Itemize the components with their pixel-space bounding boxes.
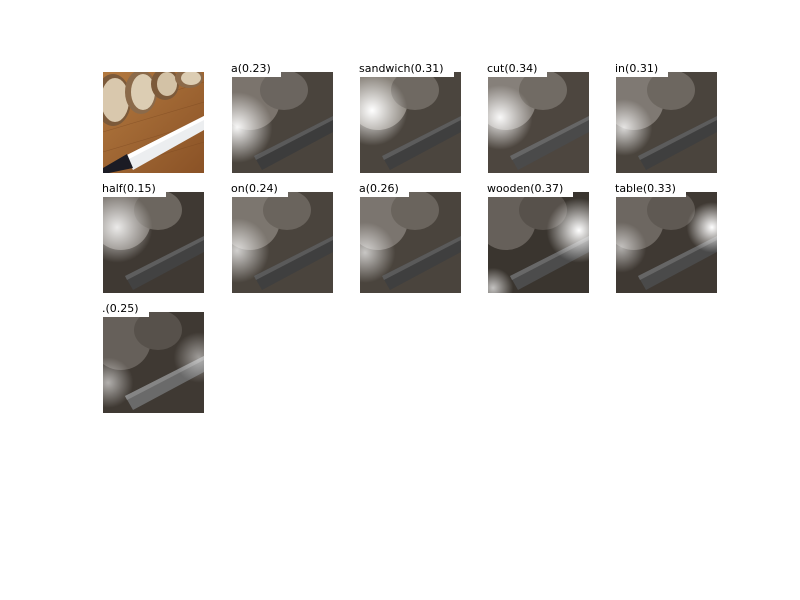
attention-map-wooden (488, 192, 589, 293)
bread-and-knife-photo (103, 72, 204, 173)
tile-score: (0.25) (105, 302, 139, 315)
tile-word: a (231, 62, 238, 75)
tile-word: sandwich (359, 62, 411, 75)
attention-map-sandwich (360, 72, 461, 173)
attention-tile (616, 72, 717, 173)
tile-caption: wooden(0.37) (486, 181, 574, 197)
attention-map-table (616, 192, 717, 293)
tile-score: (0.15) (122, 182, 156, 195)
tile-word: in (615, 62, 626, 75)
attention-tile (103, 312, 204, 413)
tile-caption: table(0.33) (614, 181, 686, 197)
tile-score: (0.24) (244, 182, 278, 195)
tile-caption: cut(0.34) (486, 61, 548, 77)
tile-word: half (102, 182, 123, 195)
tile-score: (0.33) (642, 182, 676, 195)
tile-caption: sandwich(0.31) (358, 61, 454, 77)
attention-map-half (103, 192, 204, 293)
tile-caption: half(0.15) (101, 181, 166, 197)
source-photo (103, 72, 204, 173)
tile-word: wooden (487, 182, 531, 195)
tile-score: (0.34) (504, 62, 538, 75)
tile-caption: a(0.26) (358, 181, 409, 197)
attention-map-cut (488, 72, 589, 173)
tile-score: (0.31) (410, 62, 444, 75)
tile-score: (0.23) (237, 62, 271, 75)
attention-map-a (232, 72, 333, 173)
attention-map-in (616, 72, 717, 173)
attention-tile (232, 192, 333, 293)
attention-map-on (232, 192, 333, 293)
attention-map-a (360, 192, 461, 293)
tile-word: a (359, 182, 366, 195)
tile-caption: in(0.31) (614, 61, 669, 77)
tile-score: (0.31) (625, 62, 659, 75)
tile-score: (0.37) (530, 182, 564, 195)
tile-word: cut (487, 62, 505, 75)
tile-score: (0.26) (365, 182, 399, 195)
attention-tile (488, 72, 589, 173)
attention-tile (616, 192, 717, 293)
attention-tile (360, 192, 461, 293)
tile-word: table (615, 182, 643, 195)
attention-map-period (103, 312, 204, 413)
attention-tile (360, 72, 461, 173)
tile-caption: .(0.25) (101, 301, 149, 317)
tile-caption: on(0.24) (230, 181, 288, 197)
tile-caption: a(0.23) (230, 61, 281, 77)
tile-word: on (231, 182, 245, 195)
attention-tile (488, 192, 589, 293)
attention-tile (103, 192, 204, 293)
attention-tile (232, 72, 333, 173)
